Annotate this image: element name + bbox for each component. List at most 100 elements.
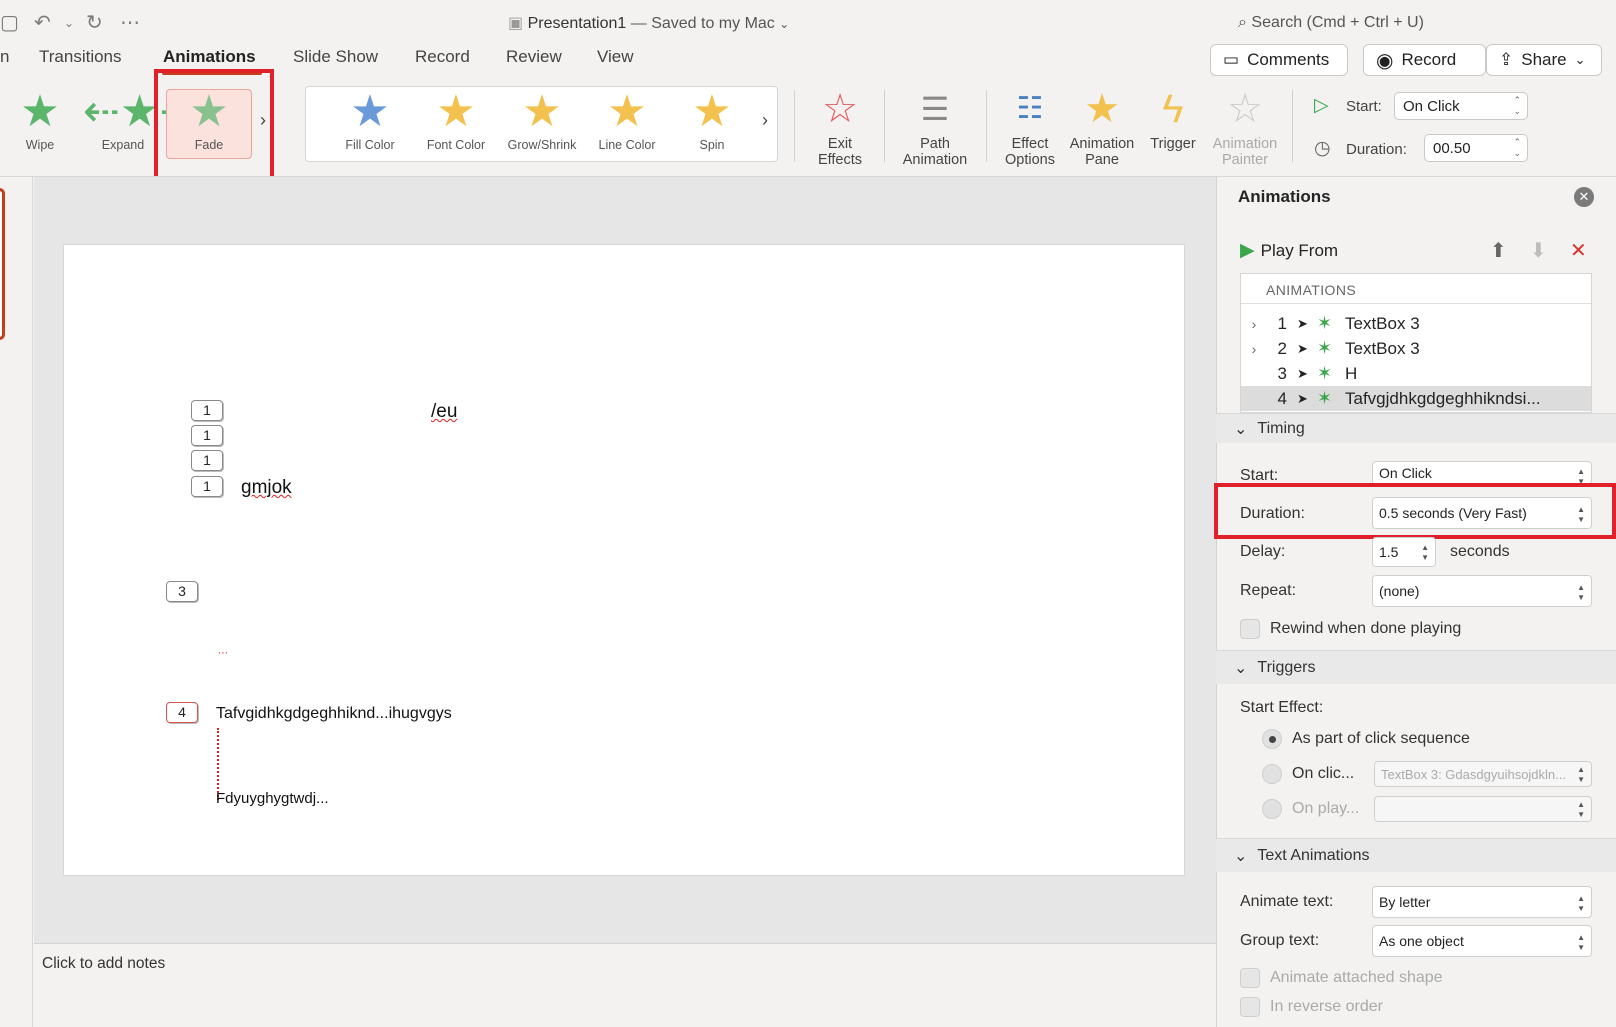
stepper-arrows-icon: ⌃ ⌄ <box>1513 137 1521 158</box>
animation-row-selected[interactable]: 4 ➤ ✶ Tafvgjdhkgdgeghhikndsi... <box>1241 386 1591 411</box>
select-arrows-icon: ▲ ▼ <box>1577 583 1585 602</box>
notes-placeholder[interactable]: Click to add notes <box>42 955 165 973</box>
click-target-select[interactable]: TextBox 3: Gdasdgyuihsojdkln... ▲ ▼ <box>1374 761 1592 787</box>
record-button[interactable]: ◉ Record <box>1363 44 1486 76</box>
trigger-label: Trigger <box>1150 136 1196 152</box>
search-icon: ⌕ <box>1238 14 1252 31</box>
radio-on-play[interactable] <box>1262 799 1282 819</box>
animation-row[interactable]: › 1 ➤ ✶ TextBox 3 <box>1241 311 1591 336</box>
tab-slide-show[interactable]: Slide Show <box>293 47 378 67</box>
animation-pane-icon: ★ <box>1084 87 1120 131</box>
undo-icon[interactable]: ↶ <box>34 10 51 35</box>
move-up-icon[interactable]: ⬆ <box>1490 238 1507 263</box>
ribbon-start-select[interactable]: On Click ⌃ ⌄ <box>1394 92 1528 120</box>
effect-line-color[interactable]: ★ Line Color <box>587 88 667 158</box>
tab-record[interactable]: Record <box>415 47 470 67</box>
share-label: Share <box>1521 50 1567 69</box>
effect-label: Expand <box>101 138 145 152</box>
ribbon-start-label: Start: <box>1346 98 1382 115</box>
animation-pane-button[interactable]: ★ Animation Pane <box>1060 86 1144 168</box>
effect-label: Spin <box>699 138 725 152</box>
start-select[interactable]: On Click ▲ ▼ <box>1372 461 1592 486</box>
fade-highlight-box <box>154 69 274 182</box>
animation-tag[interactable]: 3 <box>166 581 198 602</box>
tab-animations[interactable]: Animations <box>163 47 256 67</box>
delay-input[interactable]: 1.5 ▲ ▼ <box>1372 537 1436 567</box>
play-target-select[interactable]: ▲ ▼ <box>1374 796 1592 822</box>
move-down-icon[interactable]: ⬇ <box>1530 238 1547 263</box>
redo-icon[interactable]: ↻ <box>86 10 103 35</box>
rewind-checkbox[interactable] <box>1240 619 1260 639</box>
delete-icon[interactable]: ✕ <box>1570 238 1587 263</box>
section-label: Timing <box>1257 419 1305 437</box>
attached-shape-checkbox[interactable] <box>1240 968 1260 988</box>
tab-partial[interactable]: n <box>0 47 9 67</box>
radio-click-sequence[interactable] <box>1262 729 1282 749</box>
play-from-label: Play From <box>1260 240 1339 260</box>
close-icon[interactable]: ✕ <box>1574 187 1594 207</box>
attached-shape-label: Animate attached shape <box>1270 969 1443 986</box>
exit-effects-button[interactable]: ☆ Exit Effects <box>800 86 880 168</box>
comments-button[interactable]: ▭ Comments <box>1210 44 1348 76</box>
animation-tag[interactable]: 1 <box>191 476 223 497</box>
play-icon[interactable]: ▷ <box>1314 94 1329 117</box>
effect-options-button[interactable]: ☷ Effect Options <box>990 86 1070 168</box>
effect-grow-shrink[interactable]: ★ Grow/Shrink <box>502 88 582 158</box>
effect-expand[interactable]: ⇠★⇢ Expand <box>83 88 196 158</box>
section-text-animations[interactable]: ⌄ Text Animations <box>1216 838 1616 872</box>
effect-wipe[interactable]: ★ Wipe <box>0 88 80 158</box>
animation-list-header: ANIMATIONS <box>1266 282 1357 298</box>
slide-text-fragment[interactable]: gmjok <box>241 477 292 499</box>
options-label-2: Options <box>1005 152 1055 168</box>
animate-text-label: Animate text: <box>1240 893 1334 910</box>
radio-on-click[interactable] <box>1262 764 1282 784</box>
slide-canvas[interactable] <box>63 244 1185 876</box>
slide-text-fragment[interactable]: /eu <box>431 401 457 423</box>
path-animation-button[interactable]: ☰ Path Animation <box>890 86 980 168</box>
path-icon: ☰ <box>920 91 950 127</box>
chevron-right-icon[interactable]: › <box>1241 341 1267 357</box>
play-from-button[interactable]: ▶ Play From <box>1240 239 1338 262</box>
share-button[interactable]: ⇪ Share ⌄ <box>1486 44 1602 76</box>
row-number: 4 <box>1277 388 1287 408</box>
repeat-select[interactable]: (none) ▲ ▼ <box>1372 575 1592 607</box>
tab-transitions[interactable]: Transitions <box>39 47 122 67</box>
animation-tag-selected[interactable]: 4 <box>166 702 198 723</box>
animation-row[interactable]: › 2 ➤ ✶ TextBox 3 <box>1241 336 1591 361</box>
trigger-button[interactable]: ϟ Trigger <box>1140 86 1206 152</box>
animation-tag[interactable]: 1 <box>191 425 223 446</box>
chevron-right-icon[interactable]: › <box>1241 316 1267 332</box>
effect-font-color[interactable]: ★ Font Color <box>416 88 496 158</box>
gallery-next-icon[interactable]: › <box>260 110 266 131</box>
mouse-click-icon: ➤ <box>1297 365 1308 381</box>
animate-text-select[interactable]: By letter ▲ ▼ <box>1372 886 1592 918</box>
search-placeholder: Search (Cmd + Ctrl + U) <box>1251 14 1424 31</box>
undo-dropdown-icon[interactable]: ⌄ <box>64 16 74 30</box>
slide-text-fragment[interactable]: Fdyuyghygtwdj... <box>216 790 329 807</box>
section-triggers[interactable]: ⌄ Triggers <box>1216 650 1616 684</box>
emphasis-next-icon[interactable]: › <box>762 110 768 131</box>
option-sequence-label: As part of click sequence <box>1292 730 1470 747</box>
animation-row[interactable]: 3 ➤ ✶ H <box>1241 361 1591 386</box>
stepper-arrows-icon: ▲ ▼ <box>1421 543 1429 562</box>
reverse-order-checkbox[interactable] <box>1240 997 1260 1017</box>
document-title[interactable]: ▣ Presentation1 — Saved to my Mac ⌄ <box>508 13 789 33</box>
effect-fill-color[interactable]: ★ Fill Color <box>330 88 410 158</box>
font-color-star-icon: ★ <box>436 87 476 136</box>
animation-tag[interactable]: 1 <box>191 450 223 471</box>
animation-tag[interactable]: 1 <box>191 400 223 421</box>
save-icon[interactable]: ▢ <box>0 10 19 35</box>
ribbon-duration-input[interactable]: 00.50 ⌃ ⌄ <box>1424 134 1528 162</box>
section-timing[interactable]: ⌄ Timing <box>1216 413 1616 443</box>
tab-review[interactable]: Review <box>506 47 562 67</box>
selected-thumbnail[interactable] <box>0 188 5 340</box>
more-icon[interactable]: ⋯ <box>120 10 140 35</box>
notes-pane[interactable] <box>34 943 1216 1027</box>
search-box[interactable]: ⌕ Search (Cmd + Ctrl + U) <box>1238 14 1424 32</box>
tab-view[interactable]: View <box>597 47 634 67</box>
animation-painter-button[interactable]: ☆ Animation Painter <box>1204 86 1286 168</box>
effect-spin[interactable]: ★ Spin <box>672 88 752 158</box>
slide-text-fragment[interactable]: Tafvgidhkgdgeghhiknd...ihugvgys <box>216 705 452 723</box>
group-text-select[interactable]: As one object ▲ ▼ <box>1372 925 1592 957</box>
entrance-star-icon: ✶ <box>1317 338 1333 358</box>
